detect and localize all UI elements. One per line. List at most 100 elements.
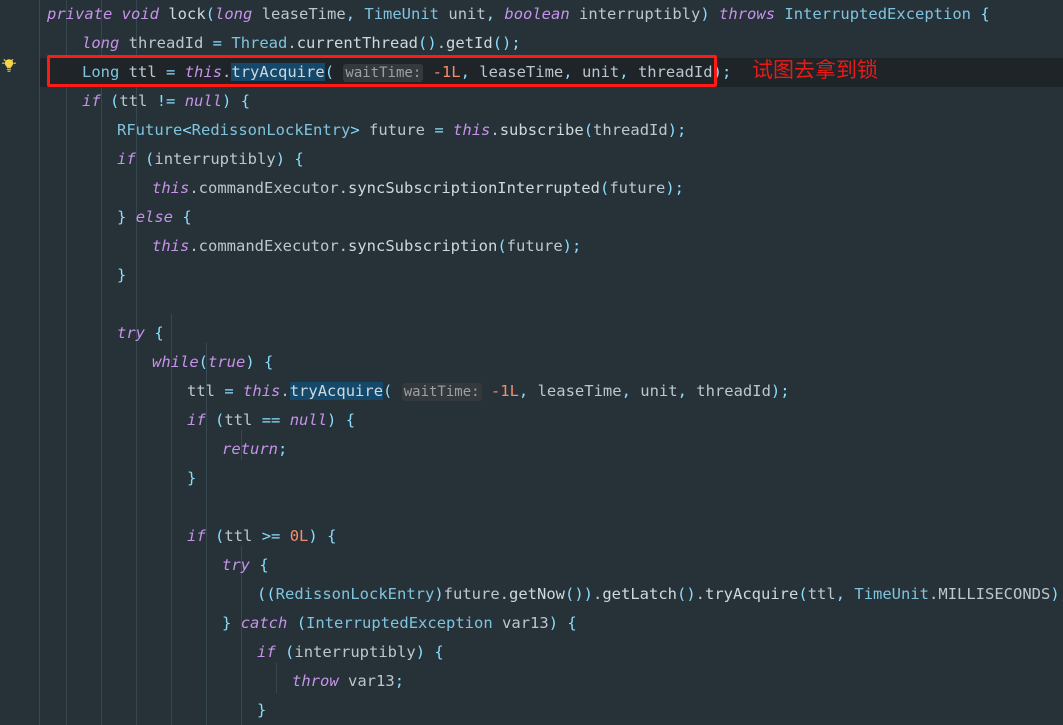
- code-line[interactable]: long threadId = Thread.currentThread().g…: [0, 29, 1063, 58]
- code-token: if: [187, 527, 206, 545]
- code-line[interactable]: [0, 493, 1063, 522]
- code-line[interactable]: try {: [0, 551, 1063, 580]
- code-token: .: [593, 585, 603, 603]
- code-token: ((: [257, 585, 276, 603]
- code-token: (: [497, 237, 507, 255]
- code-editor-screen: private void lock(long leaseTime, TimeUn…: [0, 0, 1063, 725]
- code-token: InterruptedException: [784, 5, 972, 23]
- code-line[interactable]: this.commandExecutor.syncSubscription(fu…: [0, 232, 1063, 261]
- code-token: {: [294, 150, 304, 168]
- code-token: !=: [156, 92, 176, 110]
- code-token: .: [929, 585, 939, 603]
- code-token: this: [243, 382, 281, 400]
- code-token: InterruptedException: [306, 614, 493, 632]
- code-token: ;: [394, 672, 405, 690]
- code-token: while: [152, 353, 199, 371]
- code-line[interactable]: if (ttl >= 0L) {: [0, 522, 1063, 551]
- code-token: (): [492, 34, 512, 52]
- code-token: =: [212, 34, 223, 52]
- code-line[interactable]: this.commandExecutor.syncSubscriptionInt…: [0, 174, 1063, 203]
- intention-bulb-icon[interactable]: [0, 57, 18, 75]
- editor-gutter[interactable]: [0, 0, 40, 725]
- code-token: ==: [261, 411, 281, 429]
- code-token: threadId: [593, 121, 668, 139]
- code-token: (: [383, 382, 393, 400]
- code-token: commandExecutor: [198, 237, 339, 255]
- code-token: ttl: [128, 63, 157, 81]
- code-token: Thread: [231, 34, 288, 52]
- code-token: (: [145, 150, 155, 168]
- code-token: ;: [677, 121, 687, 139]
- code-line[interactable]: if (interruptibly) {: [0, 145, 1063, 174]
- code-line-text: private void lock(long leaseTime, TimeUn…: [0, 0, 990, 29]
- code-token: if: [257, 643, 276, 661]
- code-token: ,: [518, 382, 538, 400]
- code-token: ttl: [224, 411, 253, 429]
- code-token: {: [345, 411, 356, 429]
- code-line[interactable]: } catch (InterruptedException var13) {: [0, 609, 1063, 638]
- code-line[interactable]: return;: [0, 435, 1063, 464]
- code-token: {: [264, 353, 274, 371]
- code-token: if: [187, 411, 206, 429]
- code-token: (: [583, 121, 594, 139]
- code-token: .: [695, 585, 706, 603]
- code-token: ): [308, 527, 328, 545]
- code-line[interactable]: } else {: [0, 203, 1063, 232]
- code-line-text: try {: [0, 551, 269, 580]
- code-token: {: [182, 208, 192, 226]
- code-line[interactable]: ttl = this.tryAcquire( waitTime: -1L, le…: [0, 377, 1063, 406]
- code-line[interactable]: RFuture<RedissonLockEntry> future = this…: [0, 116, 1063, 145]
- code-token: long: [215, 5, 253, 23]
- code-token: ;: [278, 440, 288, 458]
- selected-token: tryAcquire: [289, 382, 384, 400]
- code-token: ;: [511, 34, 521, 52]
- code-line[interactable]: if (interruptibly) {: [0, 638, 1063, 667]
- code-token: ()): [565, 585, 593, 603]
- code-line[interactable]: }: [0, 464, 1063, 493]
- code-token: future: [609, 179, 666, 197]
- code-token: ): [548, 614, 568, 632]
- code-token: .: [280, 382, 290, 400]
- code-content[interactable]: private void lock(long leaseTime, TimeUn…: [0, 0, 1063, 725]
- code-token: <: [182, 121, 192, 139]
- code-line[interactable]: private void lock(long leaseTime, TimeUn…: [0, 0, 1063, 29]
- code-token: ): [1050, 585, 1060, 603]
- code-token: if: [117, 150, 136, 168]
- code-line[interactable]: Long ttl = this.tryAcquire( waitTime: -1…: [0, 58, 1063, 87]
- code-token: }: [257, 701, 267, 719]
- code-token: ): [712, 63, 722, 81]
- code-line[interactable]: while(true) {: [0, 348, 1063, 377]
- code-line[interactable]: if (ttl == null) {: [0, 406, 1063, 435]
- code-token: .: [499, 585, 509, 603]
- code-line[interactable]: [0, 290, 1063, 319]
- code-line[interactable]: try {: [0, 319, 1063, 348]
- code-line[interactable]: if (ttl != null) {: [0, 87, 1063, 116]
- code-token: ttl: [224, 527, 253, 545]
- code-line[interactable]: throw var13;: [0, 667, 1063, 696]
- code-line[interactable]: }: [0, 261, 1063, 290]
- code-token: return: [222, 440, 278, 458]
- code-line[interactable]: ((RedissonLockEntry)future.getNow()).get…: [0, 580, 1063, 609]
- code-token: >: [350, 121, 360, 139]
- code-line[interactable]: }: [0, 696, 1063, 725]
- code-token: (: [798, 585, 808, 603]
- code-token: {: [327, 527, 337, 545]
